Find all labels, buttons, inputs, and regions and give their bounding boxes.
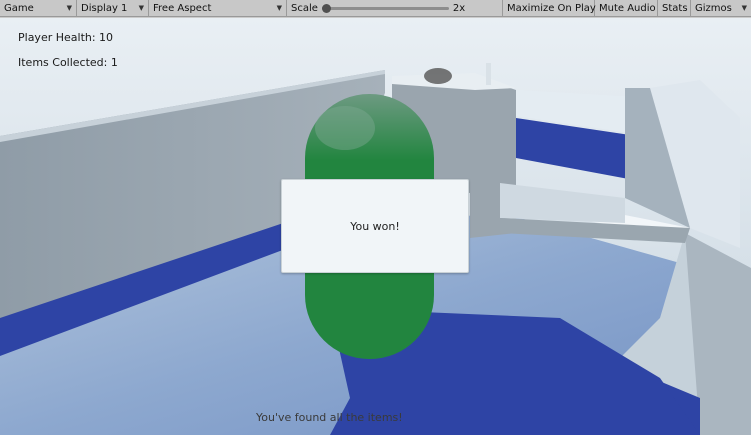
chevron-down-icon: ▼ [138,4,144,12]
maximize-on-play-label: Maximize On Play [507,2,596,14]
scale-slider-knob[interactable] [321,3,331,13]
stats-label: Stats [662,2,688,14]
win-message: You won! [350,219,400,233]
unity-game-window: Game ▼ Display 1 ▼ Free Aspect ▼ Scale 2… [0,0,751,435]
aspect-select[interactable]: Free Aspect ▼ [149,0,287,17]
stats-button[interactable]: Stats [658,0,691,17]
game-view-toolbar: Game ▼ Display 1 ▼ Free Aspect ▼ Scale 2… [0,0,751,17]
scale-slider[interactable] [321,3,449,13]
scale-label: Scale [291,2,318,14]
chevron-down-icon: ▼ [741,4,747,12]
chevron-down-icon: ▼ [276,4,282,12]
maximize-on-play-button[interactable]: Maximize On Play [503,0,596,17]
items-collected-text: Items Collected: 1 [18,56,118,69]
view-select-label: Game [4,2,34,14]
mute-audio-label: Mute Audio [599,2,656,14]
gizmos-label: Gizmos [695,2,732,14]
chevron-down-icon: ▼ [66,4,72,12]
mute-audio-button[interactable]: Mute Audio [595,0,658,17]
gizmos-select[interactable]: Gizmos ▼ [691,0,751,17]
player-health-text: Player Health: 10 [18,31,114,44]
scale-control: Scale 2x [287,0,503,17]
scale-value: 2x [452,2,466,14]
display-select-label: Display 1 [81,2,128,14]
aspect-select-label: Free Aspect [153,2,212,14]
footer-message: You've found all the items! [256,411,403,424]
game-viewport[interactable]: Player Health: 10 Items Collected: 1 You… [0,18,751,435]
display-select[interactable]: Display 1 ▼ [77,0,149,17]
win-dialog[interactable]: You won! [281,179,469,273]
view-select[interactable]: Game ▼ [0,0,77,17]
